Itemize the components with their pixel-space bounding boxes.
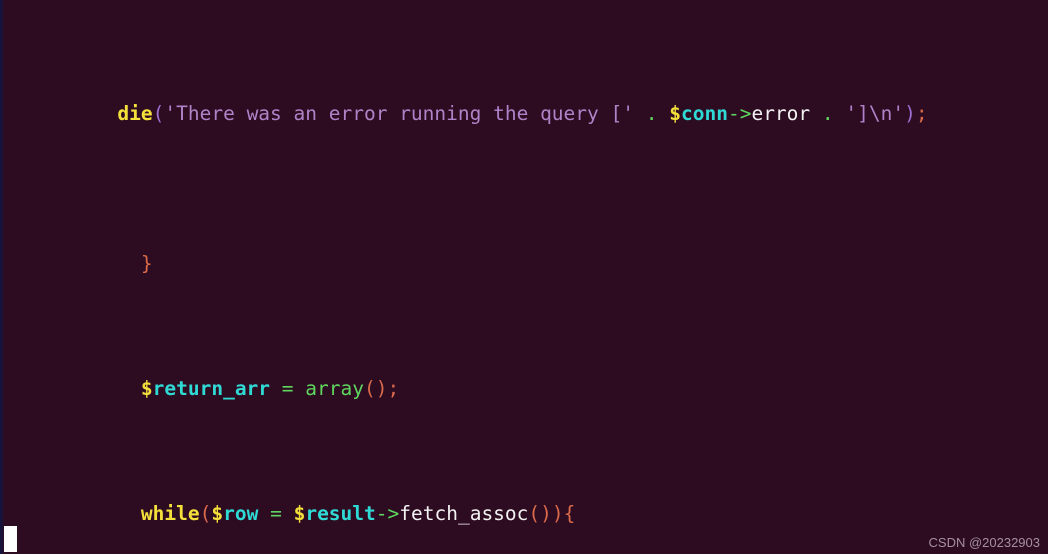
code-line-4[interactable]: while($row = $result->fetch_assoc()){ [0, 501, 1048, 526]
token-sigil-4b: $ [293, 502, 306, 525]
token-paren-close: ) [904, 102, 916, 125]
token-var-return-arr: return_arr [152, 377, 271, 400]
code-editor-screen: die('There was an error running the quer… [0, 0, 1048, 554]
token-concat-2: . [821, 102, 834, 125]
token-arrow-4: -> [375, 502, 400, 525]
token-sigil-4a: $ [211, 502, 224, 525]
token-var-conn: conn [681, 102, 728, 125]
code-line-1[interactable]: die('There was an error running the quer… [0, 101, 1048, 151]
token-var-result: result [305, 502, 376, 525]
token-sigil: $ [140, 377, 153, 400]
token-brace-open-4: { [563, 502, 576, 525]
code-line-2[interactable]: } [0, 251, 1048, 276]
token-concat-1: . [645, 102, 658, 125]
token-semicolon-1: ; [915, 102, 928, 125]
csdn-watermark: CSDN @20232903 [928, 535, 1040, 550]
token-die: die [117, 102, 153, 125]
token-assign-4: = [270, 502, 282, 525]
token-paren-open: ( [152, 102, 165, 125]
text-cursor [4, 526, 17, 552]
token-parens: () [364, 377, 388, 400]
token-kw-while: while [140, 502, 200, 525]
code-line-3[interactable]: $return_arr = array(); [0, 376, 1048, 401]
token-semicolon-3: ; [387, 377, 400, 400]
token-var-row: row [223, 502, 259, 525]
token-parens-4: ()) [528, 502, 564, 525]
token-brace-close-1: } [140, 252, 153, 275]
token-arrow: -> [727, 102, 752, 125]
token-fn-array: array [305, 377, 364, 400]
token-prop-error: error [751, 102, 811, 125]
token-assign: = [281, 377, 294, 400]
token-sigil-1: $ [669, 102, 681, 125]
token-string-a: 'There was an error running the query [' [164, 102, 634, 125]
token-string-b: ']\n' [845, 102, 905, 125]
token-method-fetch-assoc: fetch_assoc [399, 502, 529, 525]
token-paren-open-4: ( [199, 502, 212, 525]
code-text-area[interactable]: die('There was an error running the quer… [0, 0, 1048, 554]
